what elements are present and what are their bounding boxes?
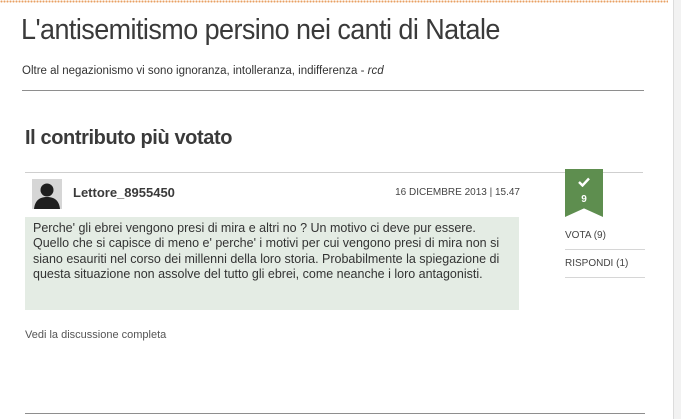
top-dotted-border [0,0,668,3]
vote-count: 9 [581,194,587,205]
comment-timestamp: 16 DICEMBRE 2013 | 15.47 [395,187,520,198]
comment-divider [25,172,643,173]
action-divider [565,277,645,278]
checkmark-icon [578,177,590,187]
header-divider [22,90,644,91]
footer-divider [25,413,645,414]
scrollbar[interactable] [673,0,681,419]
user-silhouette-icon [32,179,62,209]
article-subtitle: Oltre al negazionismo vi sono ignoranza,… [22,65,384,77]
comment-author[interactable]: Lettore_8955450 [73,185,175,200]
view-discussion-link[interactable]: Vedi la discussione completa [25,329,166,341]
avatar[interactable] [32,179,62,209]
section-title: Il contributo più votato [25,127,233,149]
article-subtitle-text: Oltre al negazionismo vi sono ignoranza,… [22,65,368,77]
article-subtitle-author: rcd [367,65,384,77]
vote-badge[interactable]: 9 [565,169,603,217]
page: L'antisemitismo persino nei canti di Nat… [0,0,681,419]
vote-link[interactable]: VOTA (9) [565,230,606,241]
comment-body: Perche' gli ebrei vengono presi di mira … [25,217,519,310]
article-title: L'antisemitismo persino nei canti di Nat… [21,14,500,46]
action-divider [565,249,645,250]
reply-link[interactable]: RISPONDI (1) [565,258,628,269]
